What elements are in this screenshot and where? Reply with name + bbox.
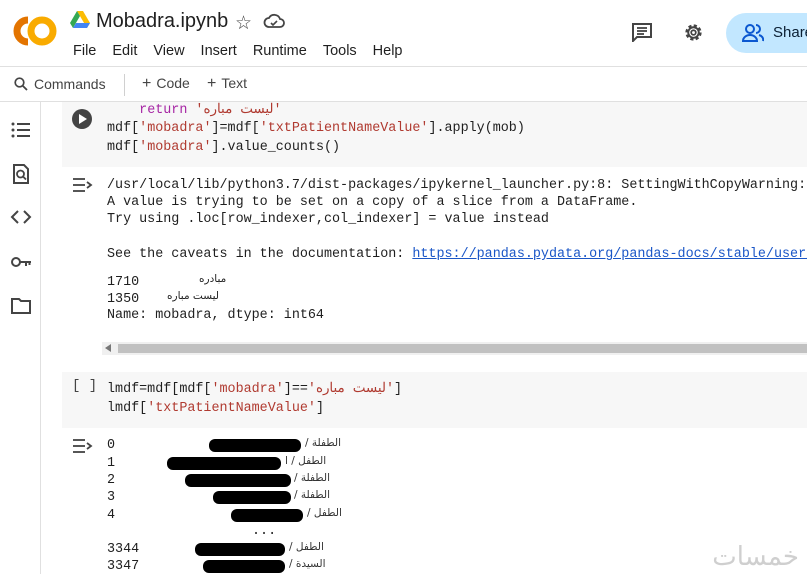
redaction-bar — [231, 509, 303, 522]
count-label: ليست مباره — [167, 290, 219, 302]
menu-bar: File Edit View Insert Runtime Tools Help — [73, 43, 419, 59]
menu-edit[interactable]: Edit — [112, 43, 137, 59]
menu-view[interactable]: View — [153, 43, 184, 59]
add-code-button[interactable]: + Code — [142, 75, 190, 93]
plus-icon: + — [207, 75, 217, 92]
row-text: الطفل / — [289, 541, 324, 553]
ellipsis: ... — [252, 524, 277, 539]
redaction-bar — [167, 457, 281, 470]
value-count-row: 1710 مبادره — [107, 272, 807, 290]
folder-icon[interactable] — [10, 295, 32, 317]
row-text: الطفل / ا — [285, 455, 327, 467]
row-index: 3347 — [107, 559, 140, 574]
redaction-bar — [213, 491, 291, 504]
share-button[interactable]: Share — [726, 13, 807, 53]
menu-runtime[interactable]: Runtime — [253, 43, 307, 59]
row-text: الطفلة / — [305, 437, 342, 449]
table-of-contents-icon[interactable] — [10, 119, 32, 141]
menu-help[interactable]: Help — [373, 43, 403, 59]
pandas-docs-link[interactable]: https://pandas.pydata.org/pandas-docs/st… — [412, 247, 807, 262]
drive-icon[interactable] — [70, 11, 90, 29]
notebook-area: return 'ليست مباره' mdf['mobadra']=mdf['… — [42, 102, 807, 574]
cloud-saved-icon[interactable] — [263, 12, 285, 30]
count-value: 1350 — [107, 292, 140, 307]
menu-insert[interactable]: Insert — [201, 43, 237, 59]
row-text: الطفل / — [307, 507, 342, 519]
code-line: mdf['mobadra'].value_counts() — [107, 140, 341, 155]
redaction-bar — [203, 560, 285, 573]
code-keyword: return — [139, 103, 188, 118]
gear-icon[interactable] — [682, 21, 705, 44]
search-icon[interactable] — [14, 77, 28, 91]
redaction-bar — [209, 439, 301, 452]
count-value: 1710 — [107, 275, 140, 290]
key-icon[interactable] — [10, 251, 32, 273]
run-cell-button[interactable] — [72, 109, 92, 129]
code-snippets-icon[interactable] — [10, 206, 32, 228]
series-footer: Name: mobadra, dtype: int64 — [107, 308, 324, 323]
code-string: 'ليست مباره' — [195, 103, 282, 118]
horizontal-scrollbar[interactable] — [102, 342, 807, 355]
comment-icon[interactable] — [631, 22, 653, 42]
add-text-label: Text — [221, 75, 248, 91]
colab-logo[interactable] — [12, 14, 58, 48]
menu-tools[interactable]: Tools — [323, 43, 357, 59]
watermark: خمسات — [712, 542, 799, 572]
code-cell-2[interactable]: [ ] lmdf=mdf[mdf['mobadra']=='ليست مباره… — [62, 372, 807, 428]
redaction-bar — [185, 474, 291, 487]
row-index: 4 — [107, 508, 116, 523]
find-icon[interactable] — [10, 163, 32, 185]
row-text: الطفلة / — [294, 489, 331, 501]
add-text-button[interactable]: + Text — [207, 75, 247, 93]
app-header: Mobadra.ipynb ☆ File Edit View Insert Ru… — [0, 0, 807, 66]
code-line: return 'ليست مباره' — [107, 102, 282, 120]
value-count-row: 1350 ليست مباره — [107, 289, 807, 307]
scrollbar-thumb[interactable] — [118, 344, 807, 353]
notebook-toolbar: Commands + Code + Text — [0, 66, 807, 102]
scroll-left-icon[interactable] — [105, 344, 111, 352]
add-code-label: Code — [156, 75, 190, 91]
output-menu-icon[interactable] — [72, 177, 94, 193]
code-line: mdf['mobadra']=mdf['txtPatientNameValue'… — [107, 121, 525, 136]
star-icon[interactable]: ☆ — [235, 12, 252, 35]
row-text: السيدة / — [289, 558, 326, 570]
menu-file[interactable]: File — [73, 43, 96, 59]
code-cell-1[interactable]: return 'ليست مباره' mdf['mobadra']=mdf['… — [62, 102, 807, 167]
cell-execution-bracket[interactable]: [ ] — [72, 378, 97, 394]
count-label: مبادره — [199, 273, 227, 285]
notebook-title[interactable]: Mobadra.ipynb — [96, 10, 228, 33]
row-index: 0 — [107, 438, 116, 453]
row-text: الطفلة / — [294, 472, 331, 484]
output-menu-icon[interactable] — [72, 438, 94, 454]
code-line: lmdf=mdf[mdf['mobadra']=='ليست مباره'] — [107, 382, 403, 397]
row-index: 3 — [107, 490, 116, 505]
plus-icon: + — [142, 75, 152, 92]
left-sidebar — [0, 102, 41, 574]
redaction-bar — [195, 543, 285, 556]
caveats-text: See the caveats in the documentation: ht… — [107, 245, 807, 264]
code-line: lmdf['txtPatientNameValue'] — [107, 401, 324, 416]
commands-button[interactable]: Commands — [34, 76, 106, 92]
warning-text: Try using .loc[row_indexer,col_indexer] … — [107, 212, 549, 227]
toolbar-divider — [124, 74, 125, 96]
cell-output-1: /usr/local/lib/python3.7/dist-packages/i… — [107, 176, 807, 325]
share-label: Share — [773, 24, 807, 41]
people-icon — [742, 24, 764, 42]
